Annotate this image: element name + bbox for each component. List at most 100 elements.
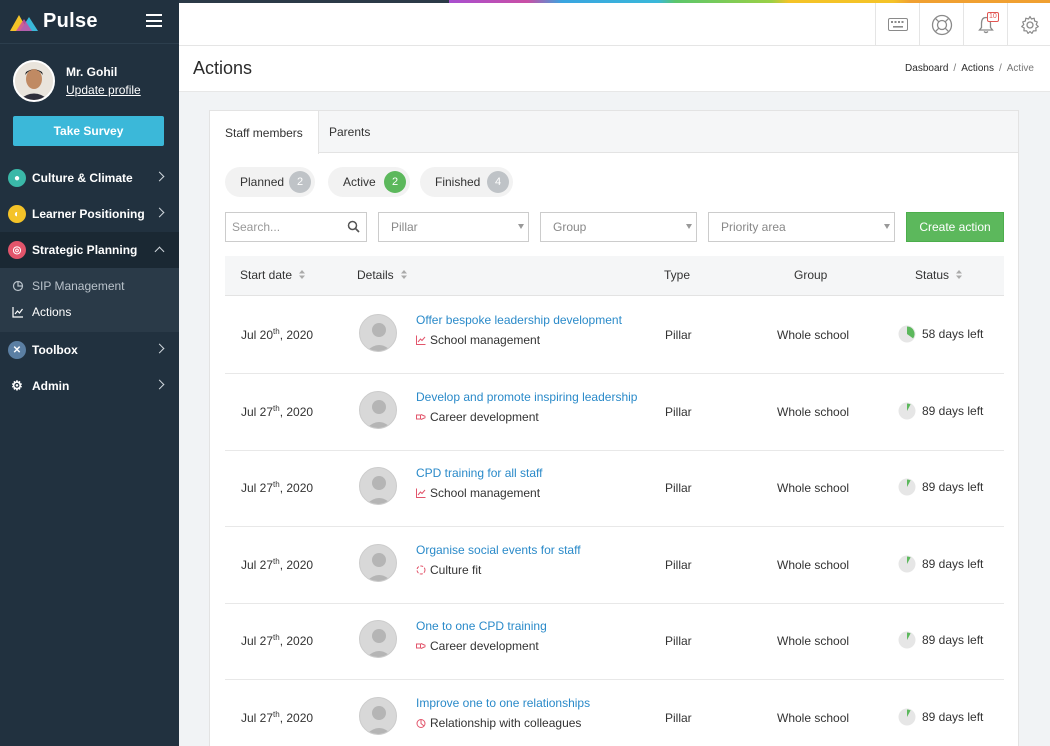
header-label: Start date (240, 268, 293, 282)
date-year: , 2020 (279, 634, 314, 648)
days-left: 89 days left (922, 633, 984, 647)
sidebar-item-label: Admin (32, 379, 70, 393)
group-cell: Whole school (777, 481, 850, 495)
search-icon (347, 220, 360, 233)
table-row[interactable]: Jul 27th, 2020 Develop and promote inspi… (225, 374, 1004, 451)
sidebar: Pulse Mr. Gohil Update profile Take Surv… (0, 0, 179, 746)
tab-staff-members[interactable]: Staff members (210, 111, 319, 154)
status-cell: 89 days left (898, 478, 983, 496)
days-left: 89 days left (922, 403, 984, 418)
avatar[interactable] (13, 60, 55, 102)
filter-planned[interactable]: Planned 2 (225, 167, 315, 197)
group-select[interactable]: Group (540, 212, 697, 242)
group-cell: Whole school (777, 634, 850, 648)
col-status[interactable]: Status (915, 268, 963, 282)
owner-avatar (359, 467, 397, 505)
category: School management (416, 333, 540, 347)
header-label: Details (357, 268, 394, 282)
sidebar-item-strategic[interactable]: ◎ Strategic Planning (0, 232, 179, 268)
priority-select-value: Priority area (721, 220, 786, 234)
keyboard-icon[interactable] (875, 3, 919, 46)
group-cell: Whole school (777, 557, 850, 572)
notifications-bell-icon[interactable]: 10 (963, 3, 1007, 46)
chevron-up-icon (154, 246, 165, 257)
date-suffix: th (273, 480, 280, 489)
action-title-link[interactable]: Develop and promote inspiring leadership (416, 390, 637, 404)
action-title-link[interactable]: CPD training for all staff (416, 466, 543, 480)
sidebar-item-culture[interactable]: ● Culture & Climate (0, 160, 179, 196)
start-date: Jul 20th, 2020 (241, 327, 313, 342)
search-input[interactable] (225, 212, 367, 242)
owner-avatar (359, 390, 397, 429)
actions-card: Staff members Parents Planned 2 Active 2… (209, 110, 1019, 746)
action-title-link[interactable]: Improve one to one relationships (416, 696, 590, 710)
sort-icon (400, 270, 407, 280)
pillar-select[interactable]: Pillar (378, 212, 529, 242)
update-profile-link[interactable]: Update profile (66, 83, 141, 97)
caret-down-icon (686, 224, 692, 229)
category: Relationship with colleagues (416, 716, 581, 730)
create-action-button[interactable]: Create action (906, 212, 1004, 242)
caret-down-icon (884, 224, 890, 229)
category-label: Career development (430, 409, 539, 424)
table-row[interactable]: Jul 27th, 2020 CPD training for all staf… (225, 450, 1004, 527)
sidebar-item-toolbox[interactable]: ✕ Toolbox (0, 332, 179, 368)
date-text: Jul 27 (241, 481, 274, 495)
category-label: Culture fit (430, 562, 482, 577)
sidebar-item-admin[interactable]: ⚙ Admin (0, 368, 179, 404)
owner-avatar (359, 696, 397, 735)
strategic-icon: ◎ (8, 241, 26, 259)
megaphone-icon (416, 412, 430, 422)
start-date: Jul 27th, 2020 (241, 557, 313, 572)
date-year: , 2020 (279, 404, 314, 419)
sidebar-item-sip[interactable]: SIP Management (12, 279, 125, 293)
filter-finished[interactable]: Finished 4 (420, 167, 513, 197)
support-icon[interactable] (919, 3, 963, 46)
group-cell: Whole school (777, 404, 850, 419)
table-row[interactable]: Jul 27th, 2020 Organise social events fo… (225, 527, 1004, 604)
learner-icon: ◐ (8, 205, 26, 223)
col-details[interactable]: Details (357, 268, 407, 282)
sidebar-item-actions[interactable]: Actions (12, 305, 71, 319)
table-row[interactable]: Jul 27th, 2020 Improve one to one relati… (225, 680, 1004, 746)
action-title-link[interactable]: One to one CPD training (416, 619, 547, 633)
breadcrumb-actions[interactable]: Actions (961, 63, 994, 74)
date-text: Jul 20 (241, 328, 274, 342)
count-badge: 2 (384, 171, 406, 193)
table-header: Start date Details Type Group Status (225, 256, 1004, 296)
app-name: Pulse (43, 10, 98, 32)
notification-count-badge: 10 (987, 12, 999, 22)
progress-pie-icon (898, 402, 916, 419)
days-left: 58 days left (922, 327, 984, 341)
action-title-link[interactable]: Offer bespoke leadership development (416, 313, 622, 327)
tab-parents[interactable]: Parents (314, 111, 385, 153)
col-start-date[interactable]: Start date (240, 268, 306, 282)
top-bar: 10 (179, 0, 1050, 46)
owner-avatar (359, 620, 397, 658)
owner-avatar (359, 314, 397, 352)
priority-area-select[interactable]: Priority area (708, 212, 895, 242)
take-survey-button[interactable]: Take Survey (13, 116, 164, 146)
table-row[interactable]: Jul 27th, 2020 One to one CPD training C… (225, 603, 1004, 680)
line-chart-icon (416, 335, 430, 345)
start-date: Jul 27th, 2020 (241, 710, 313, 725)
breadcrumb-dashboard[interactable]: Dasboard (905, 63, 948, 74)
count-badge: 2 (289, 171, 311, 193)
status-cell: 89 days left (898, 402, 983, 420)
owner-avatar (359, 543, 397, 582)
category-label: Relationship with colleagues (430, 715, 582, 730)
start-date: Jul 27th, 2020 (241, 480, 313, 495)
category: Culture fit (416, 563, 481, 577)
strategic-submenu: SIP Management Actions (0, 268, 179, 332)
settings-gear-icon[interactable] (1007, 3, 1050, 46)
menu-toggle-icon[interactable] (146, 14, 162, 27)
date-year: , 2020 (279, 328, 314, 342)
col-type: Type (664, 268, 691, 282)
col-group: Group (794, 268, 828, 282)
action-title-link[interactable]: Organise social events for staff (416, 543, 581, 557)
megaphone-icon (416, 641, 430, 651)
type-cell: Pillar (665, 557, 692, 572)
sidebar-item-learner[interactable]: ◐ Learner Positioning (0, 196, 179, 232)
filter-active[interactable]: Active 2 (328, 167, 410, 197)
table-row[interactable]: Jul 20th, 2020 Offer bespoke leadership … (225, 297, 1004, 374)
